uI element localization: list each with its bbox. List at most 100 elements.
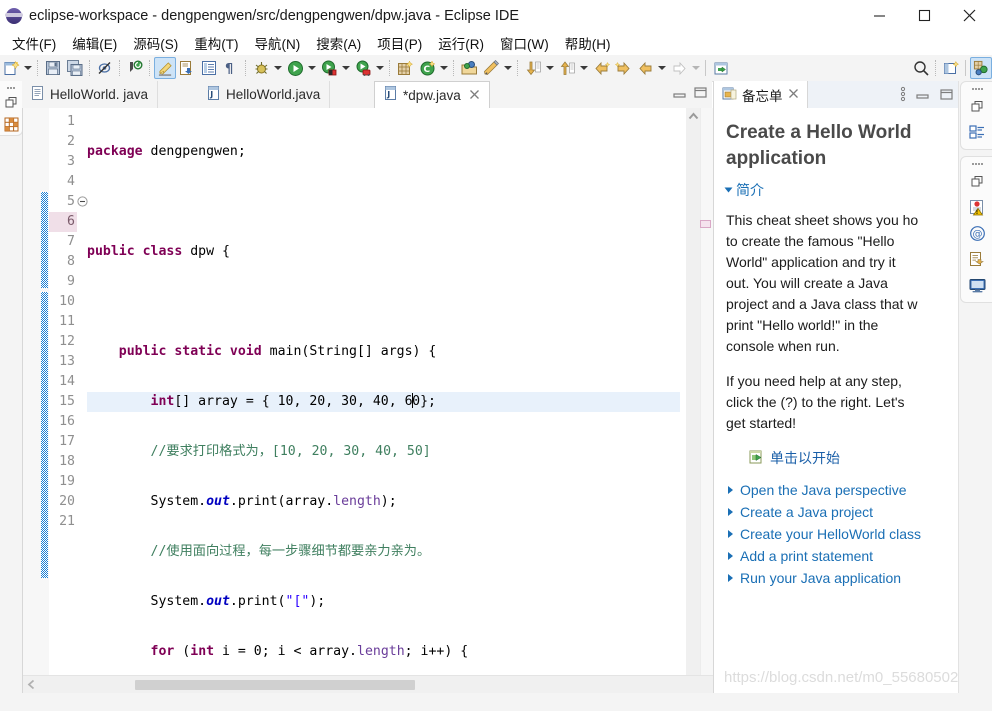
view-menu-icon[interactable] [900, 86, 906, 105]
line-number-current: 6 [49, 212, 77, 232]
menu-help[interactable]: 帮助(H) [557, 31, 619, 55]
new-wizard-icon[interactable] [0, 57, 22, 79]
cheatsheet-tab[interactable]: 备忘单 [714, 81, 808, 108]
export-icon[interactable] [176, 57, 198, 79]
forward-dropdown-arrow[interactable] [690, 57, 702, 79]
editor-vertical-scrollbar[interactable] [686, 108, 701, 676]
minimize-button[interactable] [857, 0, 902, 31]
menu-run[interactable]: 运行(R) [430, 31, 492, 55]
search-pencil-icon[interactable] [480, 57, 502, 79]
open-perspective-icon[interactable] [940, 57, 962, 79]
editor-tab-label: HelloWorld. java [50, 87, 149, 102]
restore-view-icon[interactable] [961, 168, 992, 194]
menu-file[interactable]: 文件(F) [4, 31, 64, 55]
maximize-button[interactable] [902, 0, 947, 31]
menu-search[interactable]: 搜索(A) [308, 31, 369, 55]
new-dropdown-arrow[interactable] [22, 57, 34, 79]
run-icon[interactable] [284, 57, 306, 79]
close-icon[interactable] [469, 88, 480, 103]
menu-project[interactable]: 项目(P) [369, 31, 430, 55]
class-dropdown-arrow[interactable] [438, 57, 450, 79]
code-editor[interactable]: 1 2 3 4 5 6 7 8 9 10 11 12 13 14 15 16 1… [22, 108, 713, 693]
forward-icon[interactable] [668, 57, 690, 79]
run-dropdown-arrow[interactable] [306, 57, 318, 79]
quick-access-search-icon[interactable] [910, 57, 932, 79]
maximize-view-icon[interactable] [939, 87, 954, 105]
cheatsheet-section-header[interactable]: 简介 [724, 180, 949, 200]
line-number: 21 [59, 514, 75, 529]
declaration-view-icon[interactable] [961, 246, 992, 272]
scroll-left-arrow-icon[interactable] [23, 679, 40, 690]
java-perspective-icon[interactable] [970, 57, 992, 79]
save-icon[interactable] [42, 57, 64, 79]
code-text[interactable]: package dengpengwen; public class dpw { … [87, 108, 680, 676]
next-edit-icon[interactable] [522, 57, 544, 79]
maximize-editor-icon[interactable] [693, 85, 708, 103]
menu-bar: 文件(F) 编辑(E) 源码(S) 重构(T) 导航(N) 搜索(A) 项目(P… [0, 31, 992, 55]
cheatsheet-step-open-perspective[interactable]: Open the Java perspective [728, 482, 949, 498]
menu-refactor[interactable]: 重构(T) [186, 31, 246, 55]
editor-tab-dpw[interactable]: J *dpw.java [374, 81, 490, 109]
cheatsheet-step-add-print[interactable]: Add a print statement [728, 548, 949, 564]
chevron-right-icon [728, 486, 733, 494]
restore-view-icon[interactable] [0, 91, 22, 113]
cheatsheet-icon[interactable] [710, 57, 732, 79]
next-dropdown-arrow[interactable] [544, 57, 556, 79]
line-number: 2 [67, 134, 75, 149]
previous-dropdown-arrow[interactable] [578, 57, 590, 79]
restore-view-icon[interactable] [961, 93, 992, 119]
problems-view-icon[interactable]: ! [961, 194, 992, 220]
debug-dropdown-arrow[interactable] [272, 57, 284, 79]
menu-edit[interactable]: 编辑(E) [64, 31, 125, 55]
run-coverage-icon[interactable] [318, 57, 340, 79]
scroll-up-arrow-icon[interactable] [686, 108, 701, 125]
cheatsheet-step-create-project[interactable]: Create a Java project [728, 504, 949, 520]
cheatsheet-start-action[interactable]: 单击以开始 [748, 448, 949, 468]
outline-view-icon[interactable] [961, 119, 992, 145]
menu-navigate[interactable]: 导航(N) [247, 31, 309, 55]
horizontal-scroll-thumb[interactable] [135, 679, 415, 690]
editor-horizontal-scrollbar[interactable] [23, 675, 713, 693]
menu-source[interactable]: 源码(S) [125, 31, 186, 55]
cheatsheet-step-run-app[interactable]: Run your Java application [728, 570, 949, 586]
open-type-icon[interactable] [458, 57, 480, 79]
previous-edit-icon[interactable] [556, 57, 578, 79]
minimize-editor-icon[interactable] [672, 85, 687, 103]
overview-annotation-mark[interactable] [700, 220, 711, 228]
debug-icon[interactable] [250, 57, 272, 79]
hide-non-public-icon[interactable] [94, 57, 116, 79]
close-button[interactable] [947, 0, 992, 31]
console-view-icon[interactable] [961, 272, 992, 298]
coverage-dropdown-arrow[interactable] [340, 57, 352, 79]
search-dropdown-arrow[interactable] [502, 57, 514, 79]
editor-tab-helloworld-space[interactable]: HelloWorld. java [22, 81, 159, 108]
new-java-class-icon[interactable]: C [416, 57, 438, 79]
minimize-view-icon[interactable] [915, 87, 930, 105]
annotation-gutter[interactable] [23, 108, 41, 676]
line-number: 13 [59, 354, 75, 369]
run-external-tools-icon[interactable] [352, 57, 374, 79]
cheatsheet-content[interactable]: Create a Hello World application 简介 This… [714, 108, 959, 711]
paragraph-marks-icon[interactable]: ¶ [220, 57, 242, 79]
menu-window[interactable]: 窗口(W) [492, 31, 557, 55]
paragraph-line: This cheat sheet shows you ho [726, 212, 919, 228]
cheatsheet-step-create-class[interactable]: Create your HelloWorld class [728, 526, 949, 542]
save-all-icon[interactable] [64, 57, 86, 79]
new-java-project-icon[interactable] [394, 57, 416, 79]
back-history-icon[interactable] [590, 57, 612, 79]
back-icon[interactable] [634, 57, 656, 79]
close-icon[interactable] [788, 87, 799, 102]
highlight-pen-icon[interactable] [154, 57, 176, 79]
cheatsheet-step-label: Create your HelloWorld class [740, 526, 922, 542]
overview-ruler[interactable] [700, 108, 713, 676]
java-file-icon: J [207, 85, 221, 104]
properties-icon[interactable] [198, 57, 220, 79]
editor-tab-helloworld[interactable]: J HelloWorld.java [198, 81, 331, 108]
chevron-right-icon [728, 530, 733, 538]
back-dropdown-arrow[interactable] [656, 57, 668, 79]
external-dropdown-arrow[interactable] [374, 57, 386, 79]
javadoc-view-icon[interactable]: @ [961, 220, 992, 246]
forward-history-icon[interactable] [612, 57, 634, 79]
package-explorer-icon[interactable] [0, 113, 22, 135]
next-annotation-icon[interactable] [124, 57, 146, 79]
